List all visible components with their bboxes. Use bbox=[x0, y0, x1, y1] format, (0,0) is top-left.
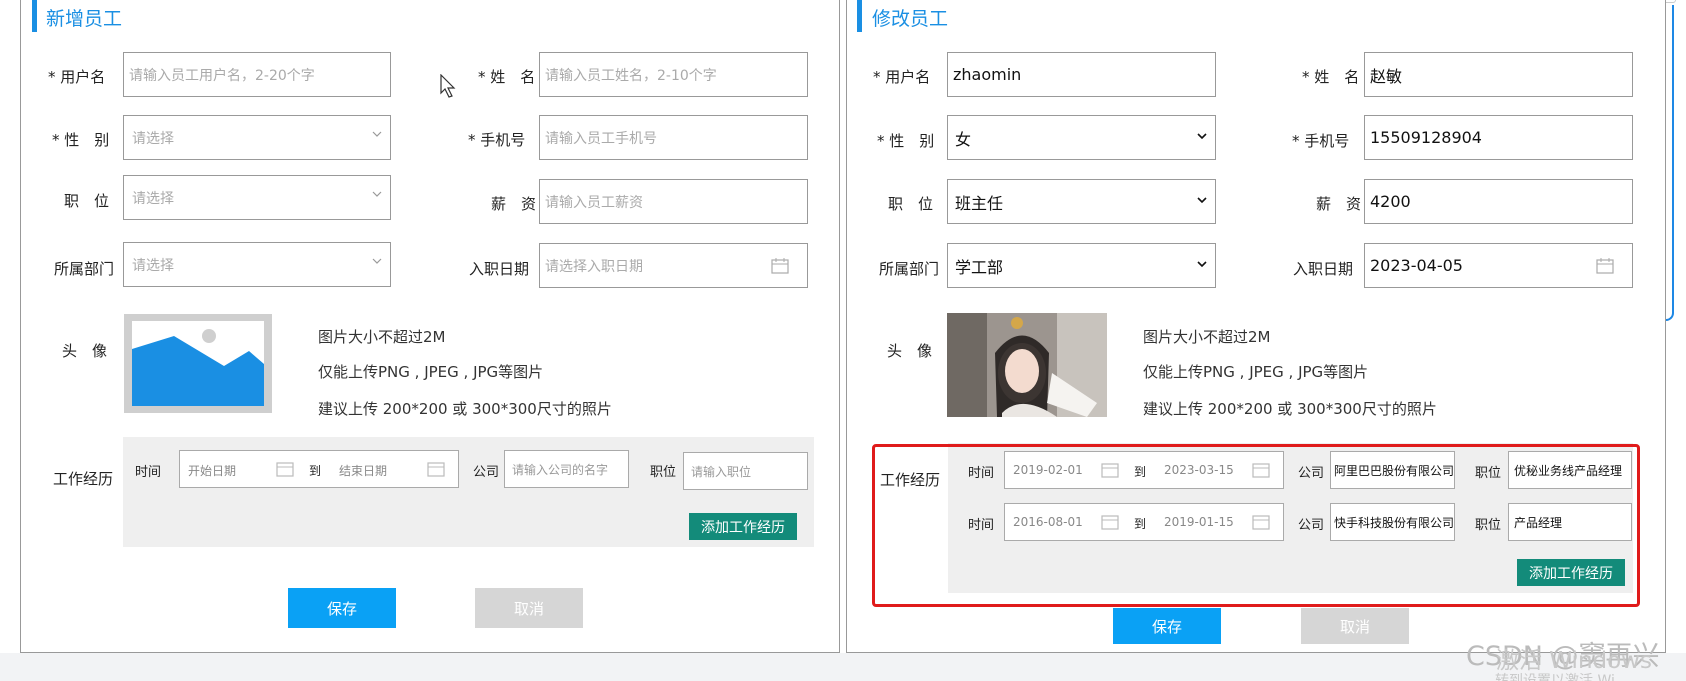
work-experience-label: 工作经历 bbox=[53, 470, 114, 488]
entry-date-picker[interactable]: 2023-04-05 bbox=[1364, 243, 1633, 288]
entry-date-label: 入职日期 bbox=[1293, 260, 1354, 278]
username-input[interactable]: zhaomin bbox=[947, 52, 1216, 97]
avatar-upload[interactable] bbox=[124, 314, 272, 413]
department-select[interactable]: 请选择 bbox=[123, 242, 391, 287]
calendar-icon bbox=[1596, 258, 1614, 274]
position-select[interactable]: 请选择 bbox=[123, 175, 391, 220]
page-bottom-strip bbox=[0, 653, 1686, 681]
entry-date-label: 入职日期 bbox=[469, 260, 530, 278]
department-select[interactable]: 学工部 bbox=[947, 243, 1216, 288]
gender-select-value: 请选择 bbox=[132, 130, 174, 147]
position-label: 职 位 bbox=[64, 192, 110, 210]
avatar-hint-size: 图片大小不超过2M bbox=[318, 328, 446, 346]
salary-input[interactable]: 4200 bbox=[1364, 179, 1633, 224]
avatar-label: 头 像 bbox=[887, 342, 933, 360]
exp-start-date: 开始日期 bbox=[188, 464, 237, 478]
name-label: * 姓 名 bbox=[478, 68, 536, 86]
chevron-down-icon bbox=[1197, 133, 1207, 140]
title-accent-bar bbox=[32, 0, 37, 32]
image-placeholder-icon bbox=[132, 321, 264, 406]
gender-select[interactable]: 请选择 bbox=[123, 115, 391, 160]
salary-label: 薪 资 bbox=[491, 195, 537, 213]
position-select-value: 请选择 bbox=[132, 190, 174, 207]
avatar-label: 头 像 bbox=[62, 342, 108, 360]
chevron-down-icon bbox=[372, 131, 382, 137]
position-label: 职 位 bbox=[888, 195, 934, 213]
exp-company-label: 公司 bbox=[473, 465, 500, 480]
gender-select[interactable]: 女 bbox=[947, 115, 1216, 160]
phone-label: * 手机号 bbox=[468, 131, 526, 149]
username-label: * 用户名 bbox=[873, 68, 931, 86]
highlight-frame bbox=[872, 444, 1640, 607]
avatar-hint-size: 图片大小不超过2M bbox=[1143, 328, 1271, 346]
department-label: 所属部门 bbox=[54, 260, 115, 278]
department-label: 所属部门 bbox=[879, 260, 940, 278]
windows-activation-subtext: 转到设置以激活 Wi bbox=[1495, 673, 1615, 681]
phone-input[interactable]: 请输入员工手机号 bbox=[539, 115, 808, 160]
phone-label: * 手机号 bbox=[1292, 132, 1350, 150]
exp-company-input[interactable]: 请输入公司的名字 bbox=[504, 450, 629, 488]
salary-input[interactable]: 请输入员工薪资 bbox=[539, 179, 808, 224]
chevron-down-icon bbox=[1197, 261, 1207, 268]
exp-job-label: 职位 bbox=[650, 465, 677, 480]
department-select-value: 学工部 bbox=[955, 257, 1004, 277]
username-label: * 用户名 bbox=[48, 68, 106, 86]
avatar-hint-format: 仅能上传PNG , JPEG , JPG等图片 bbox=[1143, 363, 1369, 381]
title-accent-bar bbox=[857, 0, 862, 32]
name-label: * 姓 名 bbox=[1302, 68, 1360, 86]
gender-label: * 性 别 bbox=[52, 131, 110, 149]
exp-range-separator: 到 bbox=[309, 464, 322, 478]
department-select-value: 请选择 bbox=[132, 257, 174, 274]
page-title: 修改员工 bbox=[872, 8, 949, 30]
avatar-hint-dimension: 建议上传 200*200 或 300*300尺寸的照片 bbox=[1143, 400, 1437, 418]
entry-date-placeholder: 请选择入职日期 bbox=[545, 258, 643, 275]
salary-label: 薪 资 bbox=[1316, 195, 1362, 213]
gender-label: * 性 别 bbox=[877, 132, 935, 150]
add-work-experience-button[interactable]: 添加工作经历 bbox=[689, 513, 797, 540]
mouse-cursor-icon bbox=[440, 74, 456, 98]
exp-end-date: 结束日期 bbox=[339, 464, 388, 478]
save-button[interactable]: 保存 bbox=[1113, 608, 1221, 644]
calendar-icon bbox=[276, 462, 294, 477]
avatar-image bbox=[947, 313, 1107, 417]
entry-date-value: 2023-04-05 bbox=[1370, 256, 1463, 275]
avatar-photo[interactable] bbox=[947, 313, 1107, 417]
name-input[interactable]: 请输入员工姓名，2-10个字 bbox=[539, 52, 808, 97]
exp-time-label: 时间 bbox=[135, 465, 162, 480]
cancel-button[interactable]: 取消 bbox=[475, 588, 583, 628]
chevron-down-icon bbox=[372, 258, 382, 264]
username-input[interactable]: 请输入员工用户名，2-20个字 bbox=[123, 52, 391, 97]
avatar-hint-format: 仅能上传PNG , JPEG , JPG等图片 bbox=[318, 363, 544, 381]
chevron-down-icon bbox=[372, 191, 382, 197]
name-input[interactable]: 赵敏 bbox=[1364, 52, 1633, 97]
cancel-button[interactable]: 取消 bbox=[1301, 608, 1409, 644]
gender-select-value: 女 bbox=[955, 129, 972, 149]
save-button[interactable]: 保存 bbox=[288, 588, 396, 628]
exp-date-range-picker[interactable]: 开始日期 到 结束日期 bbox=[179, 450, 459, 488]
entry-date-picker[interactable]: 请选择入职日期 bbox=[539, 243, 808, 288]
calendar-icon bbox=[427, 462, 445, 477]
position-select[interactable]: 班主任 bbox=[947, 179, 1216, 224]
phone-input[interactable]: 15509128904 bbox=[1364, 115, 1633, 160]
exp-job-input[interactable]: 请输入职位 bbox=[683, 452, 808, 490]
page-title: 新增员工 bbox=[46, 8, 123, 30]
chevron-down-icon bbox=[1197, 197, 1207, 204]
calendar-icon bbox=[771, 258, 789, 274]
position-select-value: 班主任 bbox=[955, 193, 1004, 213]
avatar-hint-dimension: 建议上传 200*200 或 300*300尺寸的照片 bbox=[318, 400, 612, 418]
